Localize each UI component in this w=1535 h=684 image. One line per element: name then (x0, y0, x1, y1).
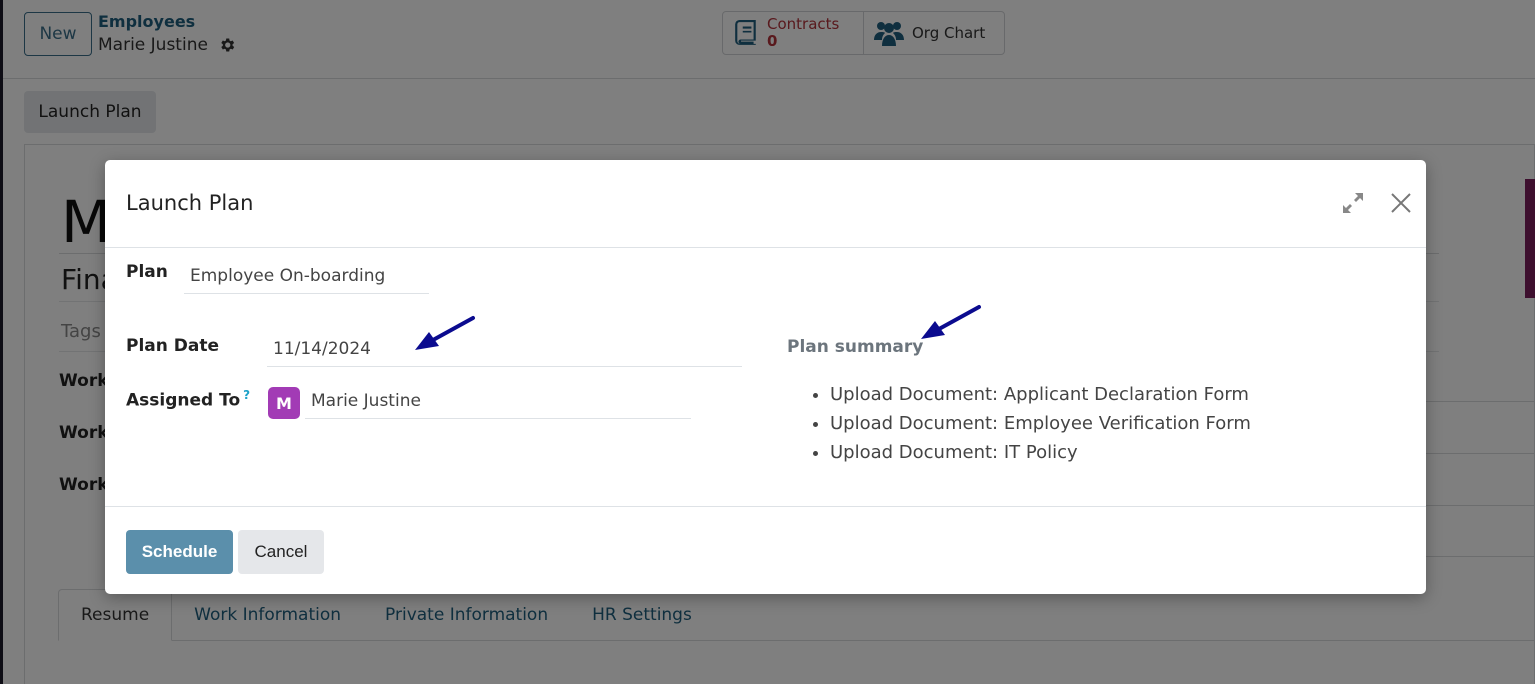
help-tooltip-icon[interactable]: ? (243, 388, 250, 402)
plan-summary-title: Plan summary (787, 337, 924, 357)
plan-select[interactable]: Employee On-boarding (184, 264, 429, 294)
launch-plan-dialog: Launch Plan Plan Employee On-boarding Pl… (105, 160, 1426, 594)
plan-label: Plan (126, 262, 168, 282)
dialog-title: Launch Plan (126, 191, 254, 215)
plan-date-input[interactable]: 11/14/2024 (267, 336, 742, 367)
expand-icon (1343, 193, 1363, 213)
plan-summary-list: Upload Document: Applicant Declaration F… (830, 380, 1251, 467)
annotation-arrow-icon (415, 316, 475, 350)
close-button[interactable] (1388, 190, 1414, 216)
dialog-body: Plan Employee On-boarding Plan Date 11/1… (105, 248, 1426, 506)
assigned-to-label-text: Assigned To (126, 390, 241, 411)
summary-item: Upload Document: IT Policy (830, 438, 1251, 467)
plan-date-label: Plan Date (126, 336, 220, 356)
expand-button[interactable] (1340, 190, 1366, 216)
assignee-avatar: M (268, 387, 300, 419)
close-icon (1391, 193, 1411, 213)
dialog-header: Launch Plan (105, 160, 1426, 248)
assigned-to-input[interactable]: Marie Justine (305, 388, 691, 419)
annotation-arrow-icon (921, 305, 981, 339)
summary-item: Upload Document: Applicant Declaration F… (830, 380, 1251, 409)
summary-item: Upload Document: Employee Verification F… (830, 409, 1251, 438)
cancel-button[interactable]: Cancel (238, 530, 324, 574)
schedule-button[interactable]: Schedule (126, 530, 233, 574)
dialog-footer: Schedule Cancel (105, 506, 1426, 594)
assigned-to-label: Assigned To? (126, 388, 250, 411)
